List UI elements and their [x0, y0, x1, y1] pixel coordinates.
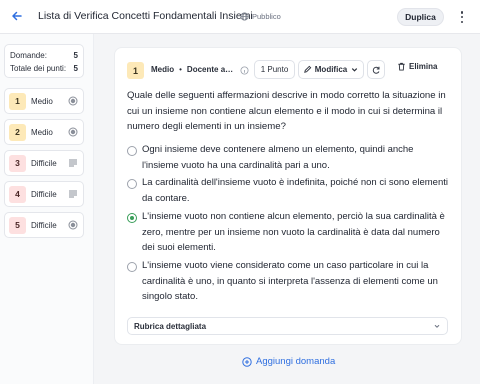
- questions-count-label: Domande:: [10, 51, 47, 60]
- chevron-down-icon: [352, 68, 358, 72]
- delete-button[interactable]: Elimina: [397, 62, 437, 71]
- delete-label: Elimina: [409, 62, 438, 71]
- modify-label: Modifica: [314, 65, 348, 74]
- question-sidebar: Domande: 5 Totale dei punti: 5 1 Medio 2…: [0, 34, 94, 384]
- option-radio[interactable]: [127, 262, 137, 272]
- question-text: Quale delle seguenti affermazioni descri…: [127, 90, 446, 132]
- question-difficulty: Difficile: [31, 189, 57, 199]
- answer-option-4[interactable]: L'insieme vuoto viene considerato come u…: [127, 258, 457, 305]
- answer-option-2[interactable]: La cardinalità dell'insieme vuoto è inde…: [127, 175, 457, 206]
- back-arrow-icon[interactable]: [9, 8, 25, 24]
- rubric-label: Rubrica dettagliata: [134, 321, 207, 331]
- pencil-icon: [303, 65, 312, 73]
- more-options-icon[interactable]: [455, 9, 469, 25]
- option-radio[interactable]: [127, 146, 137, 156]
- question-number-badge: 2: [9, 123, 26, 141]
- question-difficulty: Difficile: [31, 220, 57, 230]
- rubric-dropdown[interactable]: Rubrica dettagliata: [127, 317, 448, 335]
- question-number-badge: 3: [9, 154, 26, 172]
- info-icon[interactable]: [240, 66, 249, 75]
- question-meta: Medio • Docente anonimo: [151, 65, 235, 74]
- question-number-badge: 4: [9, 185, 26, 203]
- text-lines-icon: [69, 190, 77, 198]
- question-number-badge: 1: [9, 92, 26, 110]
- question-number-badge: 1: [127, 62, 144, 79]
- regenerate-button[interactable]: [367, 60, 385, 79]
- total-points-label: Totale dei punti:: [10, 64, 67, 73]
- total-points-value: 5: [73, 64, 78, 73]
- add-question-button[interactable]: Aggiungi domanda: [242, 356, 335, 367]
- questions-count-value: 5: [73, 51, 78, 60]
- question-difficulty: Medio: [31, 127, 53, 137]
- points-selector[interactable]: 1 Punto: [254, 60, 295, 79]
- sidebar-question-2[interactable]: 2 Medio: [4, 119, 84, 145]
- question-number-badge: 5: [9, 216, 26, 234]
- option-text: Ogni insieme deve contenere almeno un el…: [142, 144, 414, 171]
- page-title: Lista di Verifica Concetti Fondamentali …: [38, 10, 253, 22]
- quiz-summary: Domande: 5 Totale dei punti: 5: [4, 44, 84, 78]
- plus-circle-icon: [242, 356, 252, 367]
- visibility-status: Pubblico: [240, 12, 281, 21]
- sidebar-question-1[interactable]: 1 Medio: [4, 88, 84, 114]
- radio-icon: [68, 96, 78, 106]
- option-radio[interactable]: [127, 179, 137, 189]
- text-lines-icon: [69, 159, 77, 167]
- visibility-label: Pubblico: [252, 12, 281, 21]
- top-bar: Lista di Verifica Concetti Fondamentali …: [0, 0, 480, 34]
- refresh-icon: [372, 66, 380, 74]
- globe-icon: [240, 12, 249, 21]
- radio-icon: [68, 127, 78, 137]
- question-difficulty: Difficile: [31, 158, 57, 168]
- option-text: L'insieme vuoto viene considerato come u…: [142, 260, 438, 302]
- meta-separator: •: [179, 65, 182, 74]
- answer-option-1[interactable]: Ogni insieme deve contenere almeno un el…: [127, 142, 457, 173]
- duplicate-button[interactable]: Duplica: [397, 8, 444, 26]
- option-text: La cardinalità dell'insieme vuoto è inde…: [142, 177, 449, 204]
- question-difficulty: Medio: [151, 65, 175, 74]
- radio-icon: [68, 220, 78, 230]
- sidebar-question-3[interactable]: 3 Difficile: [4, 150, 84, 176]
- answer-option-3[interactable]: L'insieme vuoto non contiene alcun eleme…: [127, 209, 457, 256]
- chevron-down-icon: [434, 324, 440, 328]
- option-radio-selected[interactable]: [127, 213, 137, 223]
- modify-button[interactable]: Modifica: [298, 60, 364, 79]
- option-text: L'insieme vuoto non contiene alcun eleme…: [142, 211, 445, 253]
- question-creator: Docente anonimo: [186, 65, 235, 74]
- sidebar-question-5[interactable]: 5 Difficile: [4, 212, 84, 238]
- question-card: 1 Medio • Docente anonimo 1 Punto Modifi…: [114, 47, 462, 345]
- add-question-label: Aggiungi domanda: [256, 356, 336, 367]
- question-difficulty: Medio: [31, 96, 53, 106]
- sidebar-question-4[interactable]: 4 Difficile: [4, 181, 84, 207]
- trash-icon: [398, 62, 405, 71]
